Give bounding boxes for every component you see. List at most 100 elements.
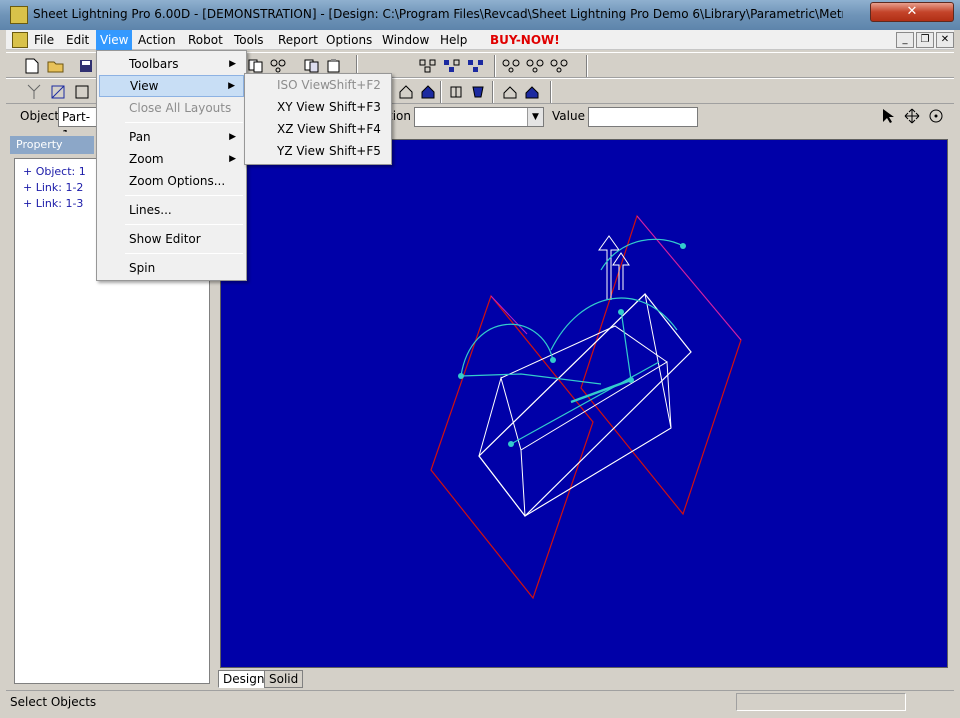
- box-side: [520, 361, 672, 517]
- link-line: [460, 373, 602, 385]
- object-label: Object: [20, 109, 60, 123]
- mdi-minimize-button[interactable]: _: [896, 32, 914, 48]
- tree-item-link-1-2[interactable]: + Link: 1-2: [23, 181, 83, 197]
- house-icon-1[interactable]: [396, 82, 416, 102]
- menu-help[interactable]: Help: [436, 30, 471, 50]
- open-folder-icon[interactable]: [46, 56, 66, 76]
- menu-report[interactable]: Report: [274, 30, 322, 50]
- chevron-down-icon[interactable]: ▼: [527, 108, 543, 126]
- menu-item-lines[interactable]: Lines...: [99, 199, 244, 221]
- shortcut-text: Shift+F4: [329, 122, 381, 136]
- menu-robot[interactable]: Robot: [184, 30, 227, 50]
- menu-item-xy-view[interactable]: XY View Shift+F3: [247, 96, 389, 118]
- fork-icon[interactable]: [24, 82, 44, 102]
- menu-item-show-editor[interactable]: Show Editor: [99, 228, 244, 250]
- hierarchy-icon-2[interactable]: [442, 56, 462, 76]
- design-viewport[interactable]: [220, 139, 948, 668]
- tree-item-object[interactable]: + Object: 1: [23, 165, 86, 181]
- window-title: Sheet Lightning Pro 6.00D - [DEMONSTRATI…: [33, 7, 843, 21]
- new-file-icon[interactable]: [22, 56, 42, 76]
- cut-plane-right: [580, 214, 742, 516]
- transform-icon[interactable]: [48, 82, 68, 102]
- property-editor-tab[interactable]: Property Editor: [10, 136, 94, 169]
- menu-view[interactable]: View: [96, 30, 133, 50]
- toolbar-separator: [586, 55, 588, 77]
- frame-line: [490, 295, 528, 335]
- grid-icon[interactable]: [72, 82, 92, 102]
- axis-arrow-z2: [612, 252, 630, 290]
- toolbar-separator: [550, 81, 552, 103]
- ring-nodes-icon-1[interactable]: [502, 56, 522, 76]
- toolbar-separator: [440, 81, 442, 103]
- document-icon[interactable]: [12, 32, 28, 48]
- roof-icon-1[interactable]: [500, 82, 520, 102]
- ring-nodes-icon-2[interactable]: [526, 56, 546, 76]
- buy-now-link[interactable]: BUY-NOW!: [486, 30, 564, 50]
- tab-design[interactable]: Design: [218, 670, 270, 688]
- status-text: Select Objects: [10, 695, 97, 709]
- app-icon[interactable]: [10, 6, 28, 24]
- menu-file[interactable]: File: [30, 30, 58, 50]
- link-node: [618, 309, 624, 315]
- roof-icon-2[interactable]: [522, 82, 542, 102]
- menu-item-pan[interactable]: Pan ▶: [99, 126, 244, 148]
- box-edge: [500, 325, 668, 379]
- menu-separator: [125, 122, 243, 123]
- rotate-icon[interactable]: [926, 106, 946, 126]
- menu-item-iso-view[interactable]: ISO View Shift+F2: [247, 74, 389, 96]
- link-node: [550, 357, 556, 363]
- pointer-icon[interactable]: [878, 106, 898, 126]
- move-icon[interactable]: [902, 106, 922, 126]
- save-icon[interactable]: [76, 56, 96, 76]
- chevron-right-icon: ▶: [229, 132, 236, 142]
- menu-bar: File Edit View Action Robot Tools Report…: [6, 30, 954, 50]
- shell-icon[interactable]: [446, 82, 466, 102]
- menu-action[interactable]: Action: [134, 30, 180, 50]
- toolbar-separator: [494, 55, 496, 77]
- status-bar: Select Objects: [6, 690, 954, 712]
- value-field[interactable]: [588, 107, 698, 127]
- menu-window[interactable]: Window: [378, 30, 433, 50]
- view-submenu: ISO View Shift+F2 XY View Shift+F3 XZ View…: [244, 73, 392, 165]
- status-pane: [736, 693, 906, 711]
- shortcut-text: Shift+F3: [329, 100, 381, 114]
- shortcut-text: Shift+F5: [329, 144, 381, 158]
- link-node: [458, 373, 464, 379]
- shortcut-text: Shift+F2: [329, 78, 381, 92]
- ring-nodes-icon-3[interactable]: [550, 56, 570, 76]
- link-node: [680, 243, 686, 249]
- menu-options[interactable]: Options: [322, 30, 376, 50]
- object-field[interactable]: Part-1: [58, 107, 98, 142]
- chevron-right-icon: ▶: [229, 59, 236, 69]
- house-icon-2[interactable]: [418, 82, 438, 102]
- menu-item-xz-view[interactable]: XZ View Shift+F4: [247, 118, 389, 140]
- mdi-close-button[interactable]: ✕: [936, 32, 954, 48]
- cut-plane-left: [430, 294, 594, 600]
- link-node: [628, 377, 634, 383]
- menu-item-yz-view[interactable]: YZ View Shift+F5: [247, 140, 389, 162]
- hierarchy-icon-3[interactable]: [466, 56, 486, 76]
- shield-icon[interactable]: [468, 82, 488, 102]
- menu-item-zoom-options[interactable]: Zoom Options...: [99, 170, 244, 192]
- link-bar: [570, 378, 632, 404]
- view-menu: Toolbars ▶ View ▶ Close All Layouts Pan ▶ Z…: [96, 50, 247, 281]
- menu-tools[interactable]: Tools: [230, 30, 268, 50]
- toolbar-separator: [492, 81, 494, 103]
- chevron-right-icon: ▶: [229, 154, 236, 164]
- box-body: [478, 292, 672, 517]
- tree-item-link-1-3[interactable]: + Link: 1-3: [23, 197, 83, 213]
- box-top: [478, 293, 692, 517]
- mdi-restore-button[interactable]: ❐: [916, 32, 934, 48]
- menu-item-zoom[interactable]: Zoom ▶: [99, 148, 244, 170]
- tab-solid[interactable]: Solid: [264, 670, 304, 688]
- close-window-button[interactable]: ✕: [870, 2, 954, 22]
- menu-item-view[interactable]: View ▶: [99, 75, 244, 97]
- menu-item-toolbars[interactable]: Toolbars ▶: [99, 53, 244, 75]
- menu-item-spin[interactable]: Spin: [99, 257, 244, 279]
- menu-item-close-all-layouts[interactable]: Close All Layouts: [99, 97, 244, 119]
- option-dropdown[interactable]: ▼: [414, 107, 544, 127]
- link-arc: [460, 323, 554, 377]
- menu-edit[interactable]: Edit: [62, 30, 93, 50]
- hierarchy-icon-1[interactable]: [418, 56, 438, 76]
- menu-separator: [125, 224, 243, 225]
